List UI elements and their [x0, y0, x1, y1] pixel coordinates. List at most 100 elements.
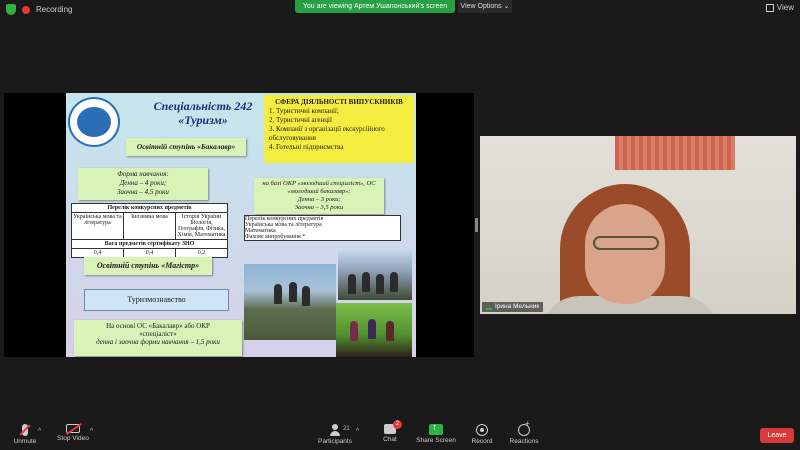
chat-label: Chat: [383, 436, 397, 443]
sphere-item: 1. Туристичні компанії;: [269, 107, 339, 115]
person-figure: [376, 274, 384, 294]
reactions-button[interactable]: Reactions: [508, 419, 540, 445]
share-screen-label: Share Screen: [416, 437, 456, 444]
stop-video-label: Stop Video: [57, 435, 89, 442]
okr-line: «молодший бакалавр»:: [287, 188, 351, 195]
participant-face: [585, 204, 665, 304]
view-options-button[interactable]: View Options ⌄: [458, 0, 512, 13]
sphere-item: 4. Готельні підприємства: [269, 143, 344, 151]
participant-name-bar: Ірина Мельник: [482, 302, 544, 312]
okr-study-box: на базі ОКР «молодший спеціаліст», ОС «м…: [254, 178, 384, 214]
basis-line: «спеціаліст»: [139, 330, 177, 338]
okr-extramural: Заочна – 3,5 роки: [294, 204, 344, 211]
study-form-box: Форма навчання: Денна – 4 роки; Заочна –…: [78, 168, 208, 200]
table-cell: 0,4: [123, 249, 175, 257]
table-row: 0,4 0,4 0,2: [72, 248, 227, 257]
person-figure: [368, 319, 376, 339]
smiley-add-icon: [518, 419, 530, 436]
graduates-sphere-box: СФЕРА ДІЯЛЬНОСТІ ВИПУСКНИКІВ 1. Туристич…: [264, 95, 414, 163]
table-subtitle: Вага предметів сертифікату ЗНО: [104, 241, 195, 247]
person-figure: [302, 286, 310, 306]
person-figure: [348, 274, 356, 294]
view-button[interactable]: View: [765, 3, 794, 12]
chat-bubble-icon: 2: [384, 420, 402, 434]
meeting-controls: Unmute ^ Stop Video ^ Participants 21 ^ …: [0, 418, 800, 450]
leave-button[interactable]: Leave: [760, 428, 794, 443]
record-icon: [476, 424, 488, 436]
bachelor-degree-label: Освітній ступінь «Бакалавр»: [126, 138, 246, 156]
chat-button[interactable]: 2 Chat: [378, 420, 402, 443]
person-figure: [362, 272, 370, 292]
video-camera-off-icon: [66, 423, 82, 435]
audio-options-caret[interactable]: ^: [38, 428, 41, 435]
person-figure: [350, 321, 358, 341]
subjects-table-title: Перелік конкурсних предметів: [107, 205, 192, 211]
stop-video-button[interactable]: Stop Video: [55, 423, 91, 442]
table-cell: Іноземна мова: [123, 213, 175, 239]
participant-name: Ірина Мельник: [495, 303, 540, 310]
security-shield-icon[interactable]: [6, 4, 16, 15]
participant-glasses: [593, 236, 659, 250]
recording-label: Recording: [36, 5, 73, 14]
participant-video-tile[interactable]: Ірина Мельник: [480, 136, 796, 314]
sphere-title: СФЕРА ДІЯЛЬНОСТІ ВИПУСКНИКІВ: [275, 98, 403, 106]
person-figure: [386, 321, 394, 341]
sphere-item: 3. Компанії з організації екскурсійного …: [269, 125, 385, 142]
master-degree-label: Освітній ступінь «Магістр»: [84, 257, 212, 275]
group-photo-outdoor: [338, 250, 412, 300]
basis-line: денна і заочна форми навчання – 1,5 роки: [96, 338, 220, 346]
share-screen-icon: [429, 422, 443, 435]
slide-title: Спеціальність 242 «Туризм»: [128, 99, 278, 127]
tourism-studies-label: Туризмознавство: [84, 289, 229, 311]
subjects-table-2: Перелік конкурсних предметів Українська …: [244, 215, 401, 241]
sphere-item: 2. Туристичні агенції: [269, 116, 332, 124]
share-screen-button[interactable]: Share Screen: [414, 422, 458, 444]
view-label: View: [776, 3, 794, 12]
table-row: Українська мова та література Математика…: [245, 222, 400, 240]
participants-count: 21: [343, 426, 350, 432]
top-bar: Recording You are viewing Артем Ушапонсь…: [0, 0, 800, 22]
video-options-caret[interactable]: ^: [90, 428, 93, 435]
presentation-slide: Спеціальність 242 «Туризм» СФЕРА ДІЯЛЬНО…: [66, 93, 416, 357]
participants-label: Participants: [318, 438, 352, 445]
microphone-muted-icon: [19, 424, 31, 436]
study-form-day: Денна – 4 роки;: [119, 179, 167, 187]
participants-icon: [328, 424, 342, 436]
record-button[interactable]: Record: [468, 424, 496, 445]
slide-title-line1: Спеціальність 242: [153, 99, 253, 113]
group-photo-event: [336, 303, 412, 357]
table-cell: Історія України Біологія, Географія, Фіз…: [175, 213, 227, 239]
table-row: Українська мова та література Іноземна м…: [72, 212, 227, 239]
slide-title-line2: «Туризм»: [178, 113, 228, 127]
university-logo: [68, 97, 120, 147]
table-cell: Фахове випробування *: [245, 234, 306, 240]
table-cell: 0,2: [175, 249, 227, 257]
unmute-label: Unmute: [13, 438, 37, 445]
chat-unread-badge: 2: [393, 420, 402, 429]
subjects-table: Перелік конкурсних предметів Українська …: [71, 203, 228, 258]
globe-icon: [77, 107, 111, 137]
table-cell: 0,4: [93, 250, 102, 256]
shared-screen[interactable]: Спеціальність 242 «Туризм» СФЕРА ДІЯЛЬНО…: [4, 93, 474, 357]
master-basis-box: На основі ОС «Бакалавр» або ОКР «спеціал…: [74, 320, 242, 356]
participants-options-caret[interactable]: ^: [356, 428, 359, 435]
okr-day: Денна – 3 роки;: [297, 196, 341, 203]
person-figure: [289, 282, 297, 302]
viewing-screen-banner: You are viewing Артем Ушапонський's scre…: [295, 0, 455, 13]
record-label: Record: [471, 438, 493, 445]
okr-line: на базі ОКР «молодший спеціаліст», ОС: [262, 180, 376, 187]
person-figure: [390, 272, 398, 292]
person-figure: [274, 284, 282, 304]
reactions-label: Reactions: [509, 438, 539, 445]
signal-icon: [486, 304, 492, 310]
recording-indicator[interactable]: Recording: [6, 4, 72, 15]
table-cell: Українська мова та література: [73, 214, 122, 226]
study-form-extramural: Заочна – 4,5 роки: [117, 188, 169, 196]
study-form-title: Форма навчання:: [117, 170, 169, 178]
basis-line: На основі ОС «Бакалавр» або ОКР: [106, 322, 210, 330]
group-photo-mountains: [244, 264, 336, 340]
table-row: Вага предметів сертифікату ЗНО: [72, 239, 227, 248]
unmute-button[interactable]: Unmute: [10, 424, 40, 445]
window-blind: [615, 136, 735, 170]
panel-resize-handle[interactable]: [475, 218, 478, 232]
